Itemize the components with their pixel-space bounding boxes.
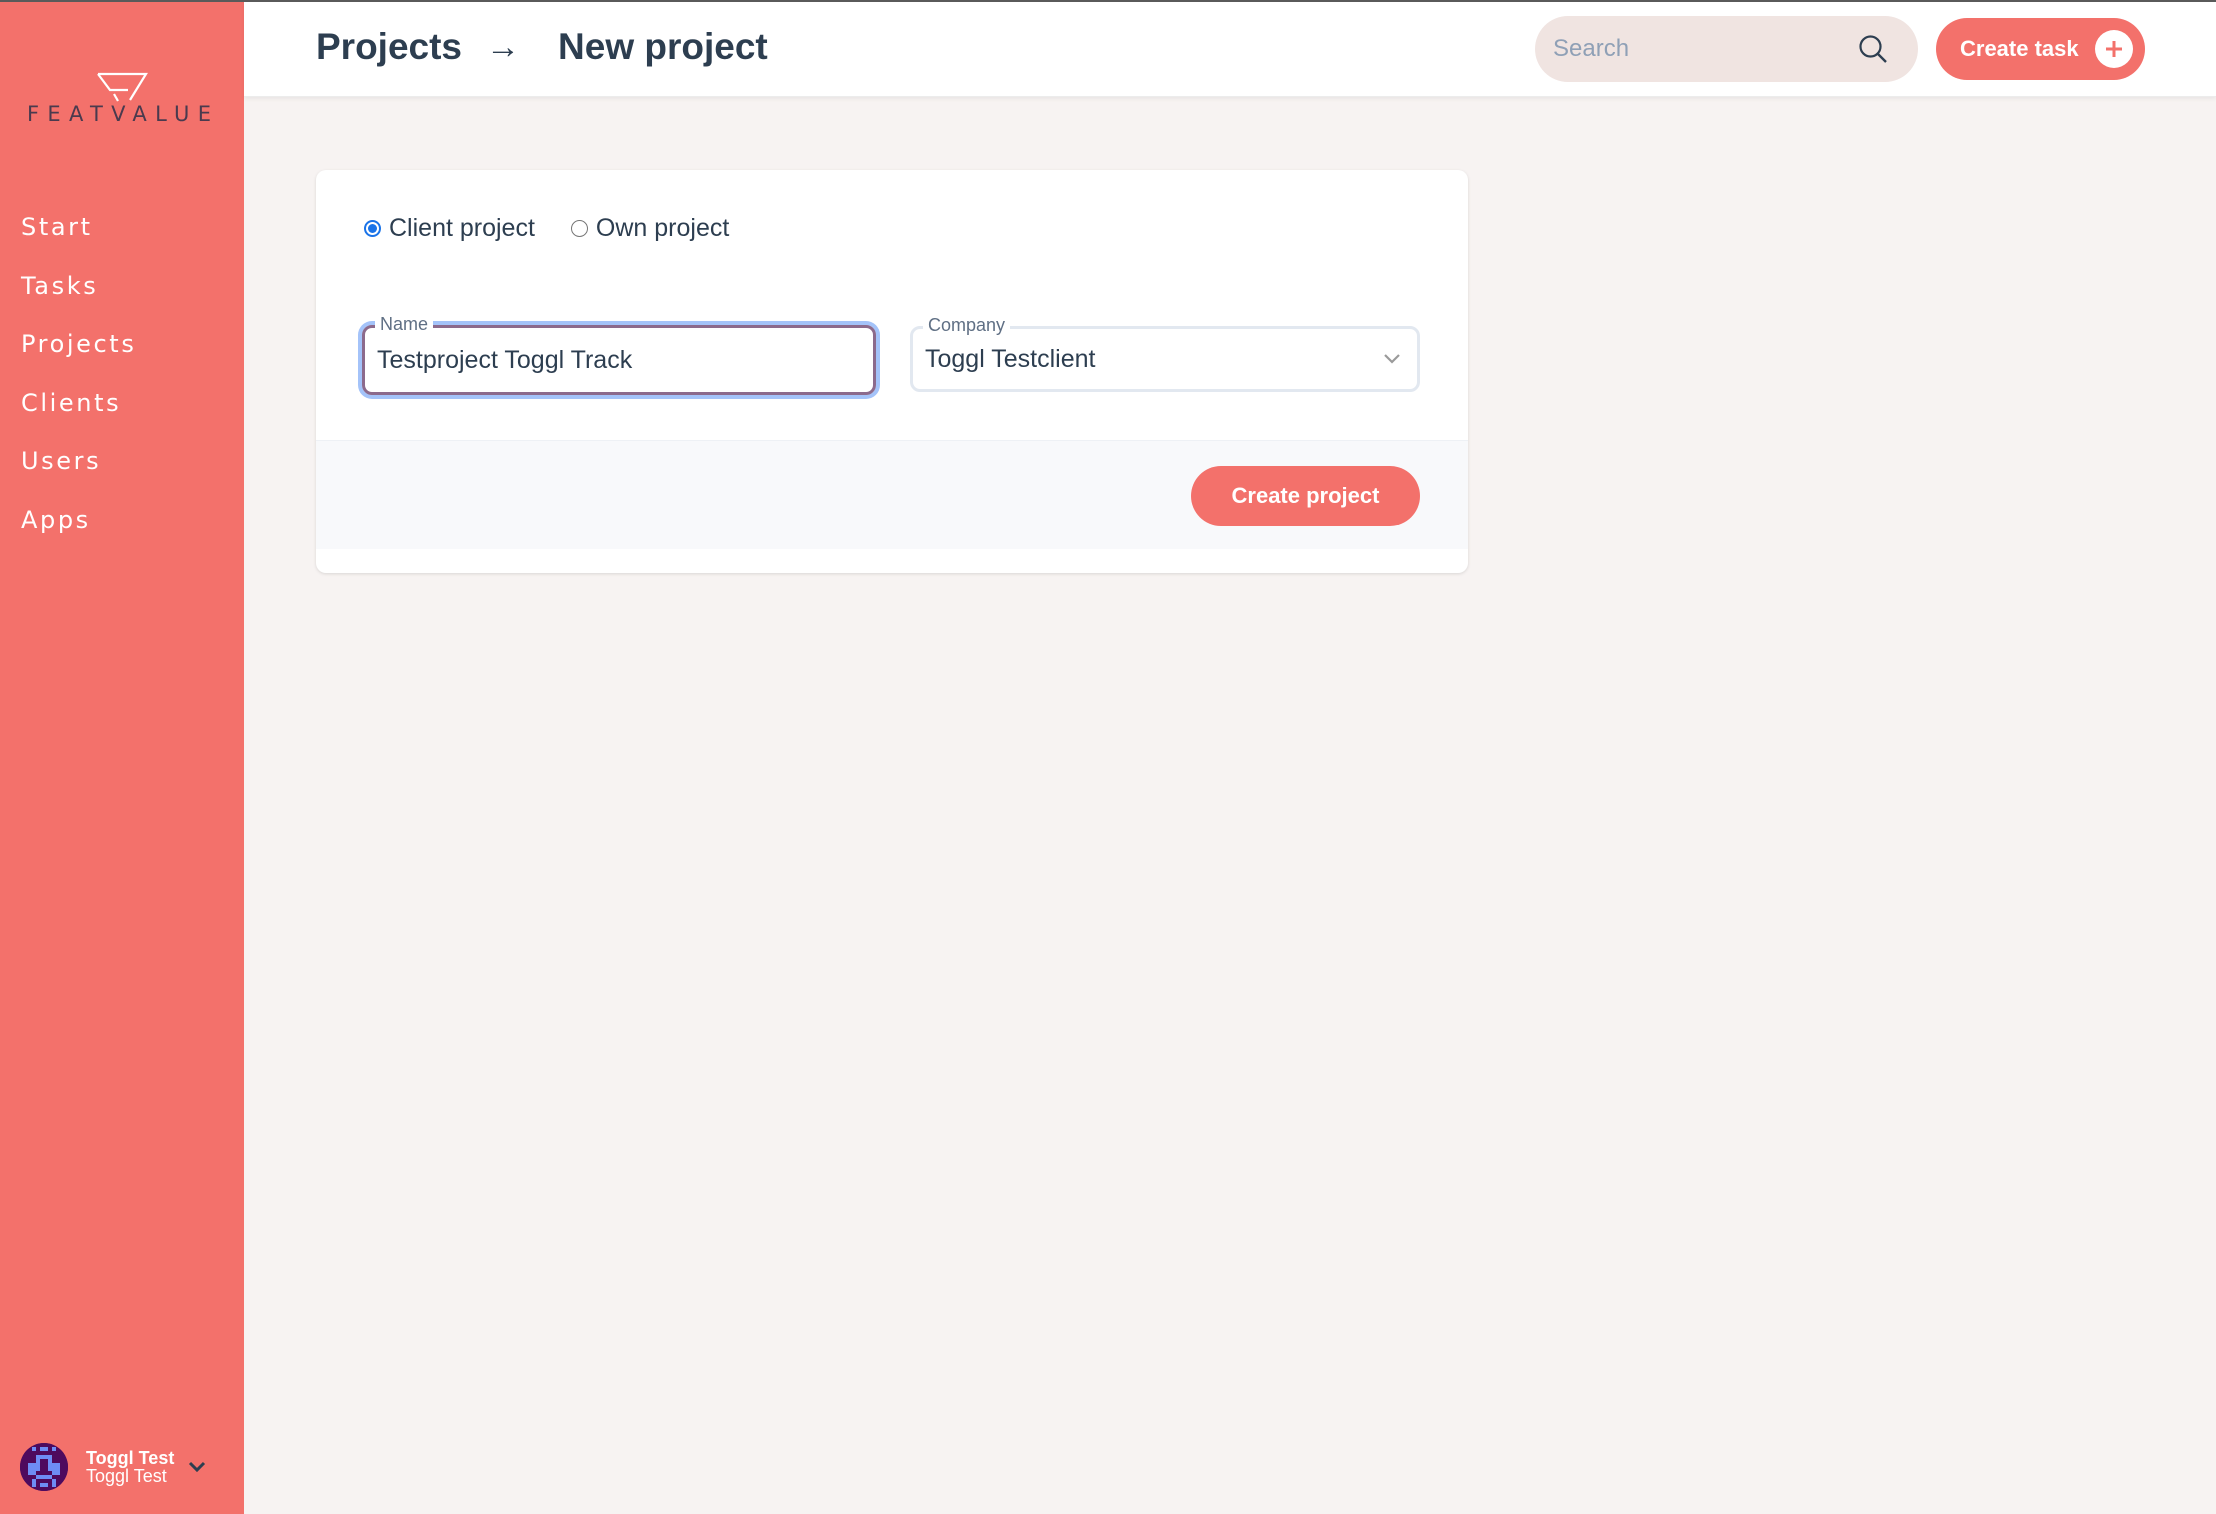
- user-organization: Toggl Test: [86, 1466, 167, 1486]
- window-top-border: [0, 0, 2216, 2]
- company-label: Company: [923, 315, 1011, 335]
- featvalue-logo-icon: [97, 72, 148, 102]
- sidebar: FEATVALUE Start Tasks Projects Clients U…: [0, 0, 244, 1514]
- company-value: Toggl Testclient: [925, 345, 1096, 373]
- chevron-down-icon: [1384, 354, 1400, 364]
- pixel-avatar-icon: [20, 1443, 68, 1491]
- user-name: Toggl Test: [86, 1448, 175, 1468]
- card-footer: Create project: [316, 440, 1468, 549]
- name-field: Name: [362, 314, 876, 395]
- sidebar-item-clients[interactable]: Clients: [0, 386, 244, 445]
- radio-checked-icon[interactable]: [364, 220, 381, 237]
- new-project-card: Client project Own project Name Company …: [316, 170, 1468, 573]
- breadcrumb: Projects → New project: [316, 26, 768, 68]
- sidebar-item-projects[interactable]: Projects: [0, 327, 244, 386]
- sidebar-nav: Start Tasks Projects Clients Users Apps: [0, 210, 244, 562]
- search-input[interactable]: [1553, 16, 1853, 82]
- radio-own-project-label: Own project: [595, 214, 730, 242]
- sidebar-item-tasks[interactable]: Tasks: [0, 269, 244, 328]
- plus-circle-icon: [2095, 30, 2133, 68]
- search-icon[interactable]: [1858, 34, 1888, 64]
- radio-client-project[interactable]: Client project: [364, 214, 535, 243]
- logo-text: FEATVALUE: [27, 102, 220, 126]
- radio-own-project[interactable]: Own project: [570, 214, 730, 243]
- logo[interactable]: FEATVALUE: [20, 70, 220, 126]
- radio-client-project-label: Client project: [389, 214, 535, 242]
- create-task-button[interactable]: Create task: [1936, 18, 2145, 80]
- arrow-right-icon: →: [486, 27, 521, 66]
- company-select[interactable]: Company Toggl Testclient: [910, 315, 1420, 392]
- sidebar-item-apps[interactable]: Apps: [0, 503, 244, 562]
- sidebar-item-start[interactable]: Start: [0, 210, 244, 269]
- user-menu[interactable]: Toggl Test Toggl Test: [20, 1442, 230, 1492]
- user-info: Toggl Test Toggl Test: [86, 1449, 174, 1485]
- top-header: Projects → New project Create task: [244, 0, 2216, 97]
- avatar: [20, 1443, 68, 1491]
- create-project-button[interactable]: Create project: [1191, 466, 1420, 526]
- breadcrumb-current: New project: [558, 26, 768, 67]
- project-type-radio-group: Client project Own project: [364, 214, 729, 243]
- create-task-label: Create task: [1960, 36, 2079, 61]
- radio-unchecked-icon[interactable]: [570, 220, 588, 237]
- chevron-down-icon[interactable]: [188, 1461, 206, 1473]
- name-input[interactable]: [377, 328, 857, 392]
- sidebar-item-users[interactable]: Users: [0, 444, 244, 503]
- breadcrumb-projects[interactable]: Projects: [316, 26, 462, 68]
- search-box: [1535, 16, 1918, 82]
